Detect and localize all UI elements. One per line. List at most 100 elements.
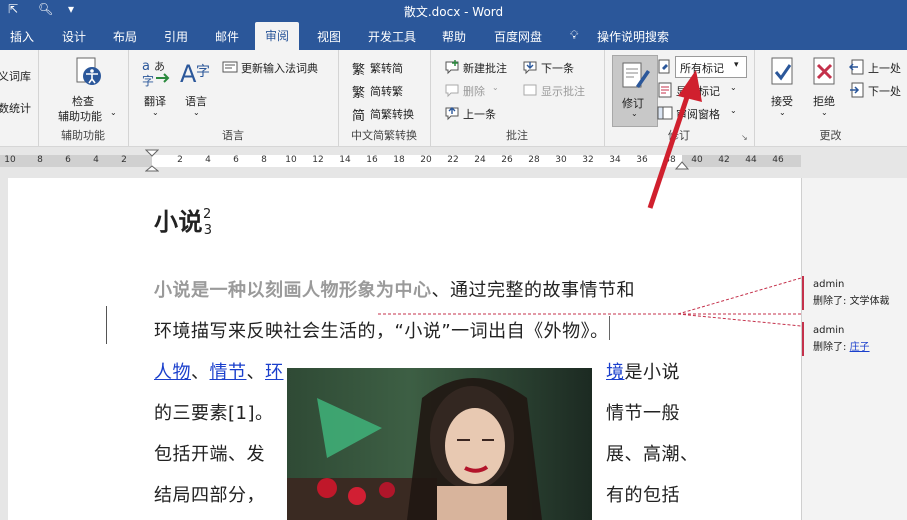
- comment-author: admin: [813, 325, 845, 336]
- tell-me-search[interactable]: 操作说明搜索: [597, 28, 669, 45]
- previous-comment-button[interactable]: 上一条: [463, 106, 496, 122]
- tab-review[interactable]: 审阅: [255, 22, 300, 50]
- tab-references[interactable]: 引用: [164, 28, 188, 45]
- right-line-2[interactable]: 情节一般: [606, 399, 680, 425]
- previous-change-button[interactable]: 上一处: [868, 60, 901, 76]
- title-superscript: 2: [203, 207, 212, 222]
- document-page[interactable]: 小说23 小说是一种以刻画人物形象为中心、通过完整的故事情节和 环境描写来反映社…: [8, 70, 801, 520]
- embedded-photo[interactable]: [287, 368, 592, 520]
- reject-button-label[interactable]: 拒绝: [813, 93, 835, 109]
- language-button-label[interactable]: 语言: [185, 93, 207, 109]
- check-button-label[interactable]: 检查: [72, 93, 94, 109]
- document-title-text: 小说: [154, 208, 203, 236]
- tab-design[interactable]: 设计: [62, 28, 86, 45]
- ruler-number: 22: [447, 155, 459, 165]
- simplified-to-traditional-icon: 繁: [352, 86, 366, 101]
- ruler-number: 2: [177, 155, 183, 165]
- delete-comment-icon: [445, 84, 459, 98]
- chevron-down-icon: ⌄: [730, 83, 737, 92]
- horizontal-ruler[interactable]: 10 8 6 4 2 2 4 6 8 10 12 14 16 18 20 22 …: [0, 147, 907, 173]
- group-comments: 新建批注 删除 ⌄ 上一条 下一条 显示批注 批注: [430, 50, 605, 146]
- tab-layout[interactable]: 布局: [113, 28, 137, 45]
- traditional-to-simplified-icon: 繁: [352, 63, 366, 78]
- right-line-3[interactable]: 展、高潮、: [606, 440, 699, 466]
- comment-label: 删除了:: [813, 342, 847, 353]
- chinese-conversion-button[interactable]: 简繁转换: [370, 106, 414, 122]
- link-characters[interactable]: 人物: [154, 362, 191, 383]
- accessibility-button-label[interactable]: 辅助功能: [58, 108, 102, 124]
- ruler-number: 4: [205, 155, 211, 165]
- chevron-down-icon: ⌄: [110, 108, 117, 117]
- group-label-changes: 更改: [819, 129, 842, 142]
- left-line-3[interactable]: 包括开端、发: [154, 440, 265, 466]
- ruler-number: 42: [718, 155, 730, 165]
- left-line-2[interactable]: 的三要素[1]。: [154, 399, 274, 425]
- chevron-down-icon: ⌄: [152, 108, 159, 117]
- accept-button-label[interactable]: 接受: [771, 93, 793, 109]
- traditional-to-simplified-button[interactable]: 繁转简: [370, 60, 403, 76]
- group-language: a あ 字 翻译 ⌄ A 字 语言 ⌄ 更新输入法词典 语言: [128, 50, 339, 146]
- translate-icon[interactable]: a あ 字: [140, 56, 174, 88]
- link-environment[interactable]: 环: [265, 362, 284, 383]
- delete-comment-button[interactable]: 删除: [463, 83, 485, 99]
- link-environment-end[interactable]: 境: [606, 362, 625, 383]
- check-accessibility-icon[interactable]: [71, 56, 105, 88]
- update-ime-dictionary-button[interactable]: 更新输入法词典: [241, 60, 318, 76]
- show-comments-button[interactable]: 显示批注: [541, 83, 585, 99]
- translate-button-label[interactable]: 翻译: [144, 93, 166, 109]
- language-icon[interactable]: A 字: [180, 56, 214, 88]
- dialog-launcher-icon[interactable]: ↘: [741, 133, 748, 142]
- ruler-number: 6: [65, 155, 71, 165]
- update-ime-dictionary-icon[interactable]: [222, 59, 238, 75]
- comment-deleted-link[interactable]: 庄子: [850, 342, 870, 353]
- link-plot[interactable]: 情节: [210, 362, 247, 383]
- chevron-down-icon: ⌄: [821, 108, 828, 117]
- word-count-button[interactable]: 数统计: [0, 100, 31, 116]
- revision-balloon[interactable]: admin 删除了: 庄子: [802, 322, 907, 356]
- next-change-icon: [850, 82, 864, 98]
- thesaurus-button[interactable]: 义词库: [0, 68, 31, 84]
- simplified-to-traditional-button[interactable]: 简转繁: [370, 83, 403, 99]
- previous-change-icon: [849, 59, 864, 75]
- group-changes: 接受 ⌄ 拒绝 ⌄ 上一处 下一处 更改: [754, 50, 907, 146]
- ruler-number: 20: [420, 155, 432, 165]
- tab-insert[interactable]: 插入: [10, 28, 34, 45]
- svg-text:A: A: [180, 60, 197, 88]
- reject-icon[interactable]: [808, 56, 842, 88]
- tab-mailings[interactable]: 邮件: [215, 28, 239, 45]
- tab-view[interactable]: 视图: [317, 28, 341, 45]
- new-comment-button[interactable]: 新建批注: [463, 60, 507, 76]
- tab-help[interactable]: 帮助: [442, 28, 466, 45]
- chevron-down-icon[interactable]: ▾: [734, 60, 739, 70]
- revision-balloon[interactable]: admin 删除了: 文学体裁: [802, 276, 907, 310]
- right-line-4[interactable]: 有的包括: [606, 481, 680, 507]
- right-line-1[interactable]: 境是小说: [606, 358, 680, 384]
- ruler-number: 10: [285, 155, 297, 165]
- left-line-4[interactable]: 结局四部分，: [154, 481, 265, 507]
- ruler-number: 6: [233, 155, 239, 165]
- ruler-number: 30: [555, 155, 567, 165]
- group-label-accessibility: 辅助功能: [61, 129, 105, 142]
- chevron-down-icon: ⌄: [193, 108, 200, 117]
- tab-developer[interactable]: 开发工具: [368, 28, 416, 45]
- ruler-number: 28: [528, 155, 540, 165]
- right-line-1-text: 是小说: [624, 362, 680, 383]
- title-bar: ⇱ 🔍︎ ▾ 散文.docx - Word: [0, 0, 907, 22]
- previous-comment-icon: [445, 107, 459, 121]
- indent-marker-icon[interactable]: [145, 149, 159, 173]
- change-bar: [106, 306, 107, 344]
- next-comment-button[interactable]: 下一条: [541, 60, 574, 76]
- tab-baidu-netdisk[interactable]: 百度网盘: [494, 28, 542, 45]
- next-comment-icon: [523, 61, 537, 75]
- ruler-number: 8: [37, 155, 43, 165]
- next-change-button[interactable]: 下一处: [868, 83, 901, 99]
- accept-icon[interactable]: [766, 56, 800, 88]
- ruler-number: 16: [366, 155, 378, 165]
- lightbulb-icon: 💡︎: [570, 28, 579, 42]
- document-title[interactable]: 小说23: [154, 202, 221, 238]
- svg-text:あ: あ: [154, 60, 165, 73]
- links-line[interactable]: 人物、情节、环: [154, 358, 284, 384]
- ruler-number: 18: [393, 155, 405, 165]
- group-proofing-partial: 义词库 数统计: [0, 50, 39, 146]
- svg-text:a: a: [142, 59, 150, 74]
